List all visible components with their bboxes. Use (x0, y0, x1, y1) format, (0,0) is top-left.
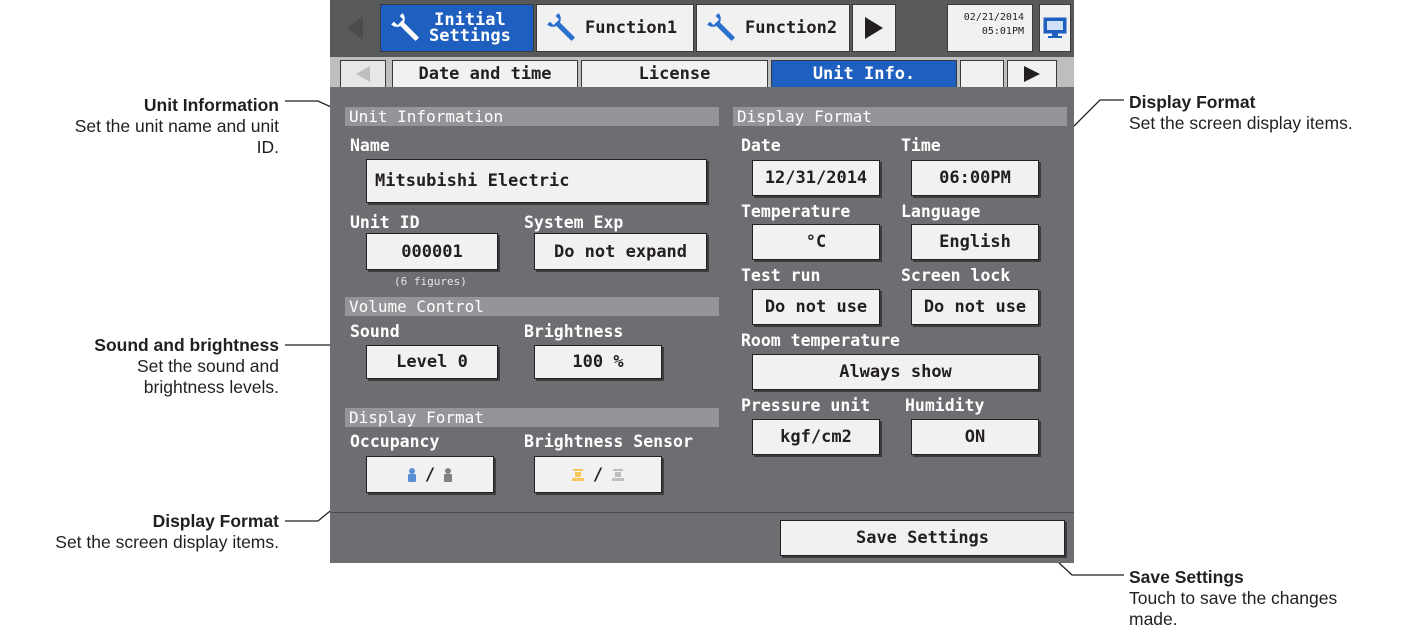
save-settings-button[interactable]: Save Settings (780, 520, 1065, 556)
screen-lock-button[interactable]: Do not use (911, 289, 1039, 325)
callout-save-settings: Save Settings Touch to save the changes … (1129, 567, 1414, 630)
callout-sound-brightness: Sound and brightness Set the sound and b… (19, 335, 279, 398)
time-format-button[interactable]: 06:00PM (911, 160, 1039, 196)
tab-unit-info[interactable]: Unit Info. (771, 60, 957, 87)
bottom-divider (330, 512, 1074, 513)
section-header-volume-control: Volume Control (345, 297, 719, 316)
tab-date-and-time[interactable]: Date and time (392, 60, 578, 87)
date-format-button[interactable]: 12/31/2014 (752, 160, 880, 196)
monitor-button[interactable] (1039, 4, 1071, 52)
brightness-level-button[interactable]: 100 % (534, 345, 662, 379)
callout-desc: made. (1129, 609, 1178, 629)
brightness-sensor-icon (612, 468, 625, 481)
arrow-right-icon (1024, 66, 1040, 82)
prev-sub-tab-button[interactable] (340, 60, 386, 87)
label-humidity: Humidity (905, 396, 985, 415)
label-brightness-sensor: Brightness Sensor (524, 432, 693, 451)
callout-title: Unit Information (143, 95, 279, 115)
tab-function2-label: Function2 (745, 18, 838, 38)
tab-function1-label: Function1 (585, 18, 678, 38)
label-screen-lock: Screen lock (901, 266, 1011, 285)
wrench-icon (547, 13, 575, 41)
occupancy-person-icon (407, 467, 416, 482)
section-header-display-format-right: Display Format (733, 107, 1067, 126)
occupancy-person-icon (444, 467, 453, 482)
wrench-icon (707, 13, 735, 41)
label-room-temperature: Room temperature (741, 331, 900, 350)
callout-desc: Set the screen display items. (55, 532, 279, 552)
callout-title: Display Format (1129, 92, 1256, 112)
wrench-icon (391, 13, 419, 41)
label-brightness: Brightness (524, 322, 624, 341)
callout-title: Save Settings (1129, 567, 1244, 587)
arrow-left-icon (347, 16, 363, 40)
label-pressure-unit: Pressure unit (741, 396, 871, 415)
tab-function2[interactable]: Function2 (696, 4, 850, 52)
callout-desc: brightness levels. (143, 377, 279, 397)
label-sound: Sound (350, 322, 400, 341)
occupancy-display-button[interactable]: / (366, 456, 494, 493)
tab-function1[interactable]: Function1 (536, 4, 694, 52)
clock-display: 02/21/2014 05:01PM (947, 4, 1033, 52)
temperature-unit-button[interactable]: °C (752, 224, 880, 260)
callout-desc: Set the unit name and unit (74, 116, 279, 136)
name-field[interactable]: Mitsubishi Electric (366, 159, 707, 203)
sound-level-button[interactable]: Level 0 (366, 345, 498, 379)
tab-license[interactable]: License (581, 60, 768, 87)
arrow-right-icon (865, 17, 883, 39)
callout-unit-information: Unit Information Set the unit name and u… (19, 95, 279, 158)
section-header-display-format-left: Display Format (345, 408, 719, 427)
callout-title: Display Format (152, 511, 279, 531)
language-button[interactable]: English (911, 224, 1039, 260)
tab-label-line: Settings (429, 26, 511, 46)
tab-initial-settings-label: Initial Settings (429, 12, 511, 46)
prev-main-tab-button[interactable] (334, 4, 376, 52)
label-name: Name (350, 136, 390, 155)
label-time: Time (901, 136, 941, 155)
next-sub-tab-button[interactable] (1007, 60, 1057, 87)
next-main-tab-button[interactable] (852, 4, 896, 52)
monitor-icon (1043, 17, 1067, 38)
label-unit-id: Unit ID (350, 213, 420, 232)
brightness-sensor-display-button[interactable]: / (534, 456, 662, 493)
room-temperature-button[interactable]: Always show (752, 354, 1039, 390)
callout-desc: Set the screen display items. (1129, 113, 1353, 133)
callout-desc: Set the sound and (136, 356, 279, 376)
callout-desc: ID. (256, 137, 279, 157)
label-temperature: Temperature (741, 202, 851, 221)
sub-tab-empty (960, 60, 1004, 87)
arrow-left-icon (356, 66, 370, 82)
slash-separator: / (424, 464, 436, 485)
callout-display-format-left: Display Format Set the screen display it… (0, 511, 279, 553)
callout-desc: Touch to save the changes (1129, 588, 1338, 608)
clock-time: 05:01PM (981, 26, 1024, 37)
unit-id-field[interactable]: 000001 (366, 233, 498, 270)
pressure-unit-button[interactable]: kgf/cm2 (752, 419, 880, 455)
tab-initial-settings[interactable]: Initial Settings (380, 4, 534, 52)
callout-display-format-right: Display Format Set the screen display it… (1129, 92, 1414, 134)
callout-title: Sound and brightness (94, 335, 279, 355)
slash-separator: / (592, 464, 604, 485)
label-date: Date (741, 136, 781, 155)
tab-unit-info-label: Unit Info. (812, 64, 916, 84)
label-occupancy: Occupancy (350, 432, 440, 451)
sub-tab-bar: Date and time License Unit Info. (330, 57, 1074, 87)
unit-id-note: (6 figures) (394, 275, 467, 288)
brightness-sensor-icon (571, 468, 584, 481)
humidity-button[interactable]: ON (911, 419, 1039, 455)
device-screen: Initial Settings Function1 Function2 02/… (330, 0, 1074, 563)
label-language: Language (901, 202, 981, 221)
tab-license-label: License (638, 64, 711, 84)
tab-date-and-time-label: Date and time (418, 64, 552, 84)
system-exp-button[interactable]: Do not expand (534, 233, 707, 270)
clock-date: 02/21/2014 (963, 12, 1024, 23)
label-test-run: Test run (741, 266, 821, 285)
section-header-unit-information: Unit Information (345, 107, 719, 126)
test-run-button[interactable]: Do not use (752, 289, 880, 325)
label-system-exp: System Exp (524, 213, 624, 232)
